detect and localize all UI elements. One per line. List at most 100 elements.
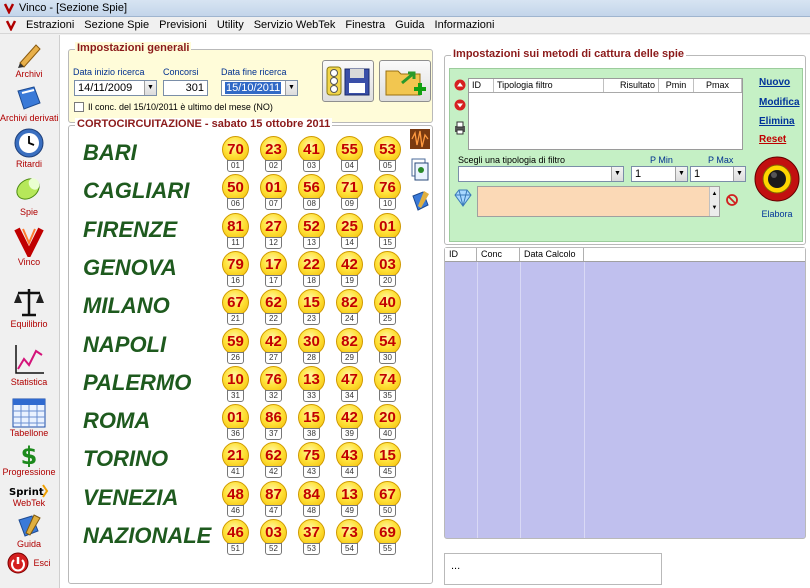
number-bulb[interactable]: 41 03 xyxy=(298,136,325,174)
data-fine-field[interactable]: 15/10/2011 ▼ xyxy=(221,80,298,96)
number-bulb[interactable]: 79 16 xyxy=(222,250,249,289)
number-bulb[interactable]: 70 01 xyxy=(222,136,249,174)
number-bulb[interactable]: 73 54 xyxy=(336,519,363,557)
pmax-select[interactable]: 1 ▼ xyxy=(690,166,746,182)
number-bulb[interactable]: 82 29 xyxy=(336,327,363,366)
number-bulb[interactable]: 76 10 xyxy=(374,174,401,212)
number-bulb[interactable]: 21 41 xyxy=(222,442,249,480)
number-bulb[interactable]: 03 52 xyxy=(260,519,287,557)
chevron-down-icon[interactable]: ▼ xyxy=(675,167,687,181)
number-bulb[interactable]: 54 30 xyxy=(374,327,401,366)
add-folder-button[interactable] xyxy=(379,60,431,102)
sidebar-item-guida[interactable]: Guida xyxy=(0,513,58,549)
number-bulb[interactable]: 69 55 xyxy=(374,519,401,557)
menu-finestra[interactable]: Finestra xyxy=(341,19,391,31)
number-bulb[interactable]: 62 42 xyxy=(260,442,287,480)
number-bulb[interactable]: 87 47 xyxy=(260,480,287,519)
sidebar-item-webtek[interactable]: Sprint WebTek xyxy=(0,483,58,508)
number-bulb[interactable]: 20 40 xyxy=(374,404,401,442)
menu-sezione-spie[interactable]: Sezione Spie xyxy=(80,19,155,31)
number-bulb[interactable]: 15 23 xyxy=(298,289,325,327)
sidebar-item-archivi-derivati[interactable]: Archivi derivati xyxy=(0,83,59,123)
number-bulb[interactable]: 01 15 xyxy=(374,212,401,251)
menu-estrazioni[interactable]: Estrazioni xyxy=(22,19,80,31)
no-entry-icon[interactable] xyxy=(726,194,738,206)
sidebar-item-progressione[interactable]: $ Progressione xyxy=(0,443,58,477)
number-bulb[interactable]: 75 43 xyxy=(298,442,325,480)
number-bulb[interactable]: 71 09 xyxy=(336,174,363,212)
number-bulb[interactable]: 37 53 xyxy=(298,519,325,557)
number-bulb[interactable]: 82 24 xyxy=(336,289,363,327)
sidebar-item-spie[interactable]: Spie xyxy=(0,173,58,217)
pmin-select[interactable]: 1 ▼ xyxy=(631,166,688,182)
audio-button[interactable] xyxy=(409,128,431,150)
number-bulb[interactable]: 48 46 xyxy=(222,480,249,519)
chevron-down-icon[interactable]: ▼ xyxy=(733,167,745,181)
number-bulb[interactable]: 25 14 xyxy=(336,212,363,251)
chevron-down-icon[interactable]: ▼ xyxy=(611,167,623,181)
diamond-icon[interactable] xyxy=(453,189,473,207)
save-button[interactable] xyxy=(322,60,374,102)
mdi-child-icon[interactable] xyxy=(3,17,19,33)
number-bulb[interactable]: 59 26 xyxy=(222,327,249,366)
number-bulb[interactable]: 42 19 xyxy=(336,250,363,289)
guide-button[interactable] xyxy=(411,190,431,212)
sidebar-item-tabellone[interactable]: Tabellone xyxy=(0,398,58,438)
elimina-link[interactable]: Elimina xyxy=(759,116,795,127)
number-bulb[interactable]: 81 11 xyxy=(222,212,249,251)
copy-button[interactable] xyxy=(410,158,432,182)
sidebar-item-esci[interactable]: Esci xyxy=(0,552,58,574)
number-bulb[interactable]: 15 38 xyxy=(298,404,325,442)
filtri-grid[interactable]: ID Tipologia filtro Risultato Pmin Pmax xyxy=(468,78,743,150)
number-bulb[interactable]: 42 27 xyxy=(260,327,287,366)
number-bulb[interactable]: 56 08 xyxy=(298,174,325,212)
modifica-link[interactable]: Modifica xyxy=(759,97,800,108)
filter-type-select[interactable]: ▼ xyxy=(458,166,624,182)
menu-guida[interactable]: Guida xyxy=(391,19,430,31)
number-bulb[interactable]: 86 37 xyxy=(260,404,287,442)
menu-informazioni[interactable]: Informazioni xyxy=(431,19,501,31)
number-bulb[interactable]: 40 25 xyxy=(374,289,401,327)
sidebar-item-vinco[interactable]: Vinco xyxy=(0,225,58,267)
number-bulb[interactable]: 62 22 xyxy=(260,289,287,327)
reset-link[interactable]: Reset xyxy=(759,134,786,145)
concorsi-field[interactable]: 301 xyxy=(163,80,208,96)
menu-servizio-webtek[interactable]: Servizio WebTek xyxy=(250,19,342,31)
number-bulb[interactable]: 84 48 xyxy=(298,480,325,519)
number-bulb[interactable]: 17 17 xyxy=(260,250,287,289)
number-bulb[interactable]: 47 34 xyxy=(336,365,363,404)
results-grid[interactable]: ID Conc Data Calcolo xyxy=(444,247,806,539)
number-bulb[interactable]: 13 49 xyxy=(336,480,363,519)
nuovo-link[interactable]: Nuovo xyxy=(759,77,790,88)
number-bulb[interactable]: 50 06 xyxy=(222,174,249,212)
number-bulb[interactable]: 55 04 xyxy=(336,136,363,174)
number-bulb[interactable]: 03 20 xyxy=(374,250,401,289)
chevron-down-icon[interactable]: ▼ xyxy=(144,81,156,95)
number-bulb[interactable]: 76 32 xyxy=(260,365,287,404)
sidebar-item-equilibrio[interactable]: Equilibrio xyxy=(0,285,58,329)
number-bulb[interactable]: 53 05 xyxy=(374,136,401,174)
number-bulb[interactable]: 23 02 xyxy=(260,136,287,174)
number-bulb[interactable]: 67 21 xyxy=(222,289,249,327)
number-bulb[interactable]: 01 36 xyxy=(222,404,249,442)
number-bulb[interactable]: 46 51 xyxy=(222,519,249,557)
data-inizio-field[interactable]: 14/11/2009 ▼ xyxy=(74,80,157,96)
number-bulb[interactable]: 30 28 xyxy=(298,327,325,366)
sidebar-item-ritardi[interactable]: Ritardi xyxy=(0,127,58,169)
number-bulb[interactable]: 15 45 xyxy=(374,442,401,480)
number-bulb[interactable]: 67 50 xyxy=(374,480,401,519)
sidebar-item-archivi[interactable]: Archivi xyxy=(0,39,58,79)
menu-previsioni[interactable]: Previsioni xyxy=(155,19,213,31)
print-icon[interactable] xyxy=(454,121,466,135)
number-bulb[interactable]: 13 33 xyxy=(298,365,325,404)
number-bulb[interactable]: 22 18 xyxy=(298,250,325,289)
number-bulb[interactable]: 74 35 xyxy=(374,365,401,404)
number-bulb[interactable]: 42 39 xyxy=(336,404,363,442)
sidebar-item-statistica[interactable]: Statistica xyxy=(0,343,58,387)
number-bulb[interactable]: 10 31 xyxy=(222,365,249,404)
number-bulb[interactable]: 01 07 xyxy=(260,174,287,212)
filter-description-area[interactable]: ▲ ▼ xyxy=(477,186,720,217)
number-bulb[interactable]: 43 44 xyxy=(336,442,363,480)
ultimo-mese-checkbox[interactable] xyxy=(74,102,84,112)
number-bulb[interactable]: 27 12 xyxy=(260,212,287,251)
